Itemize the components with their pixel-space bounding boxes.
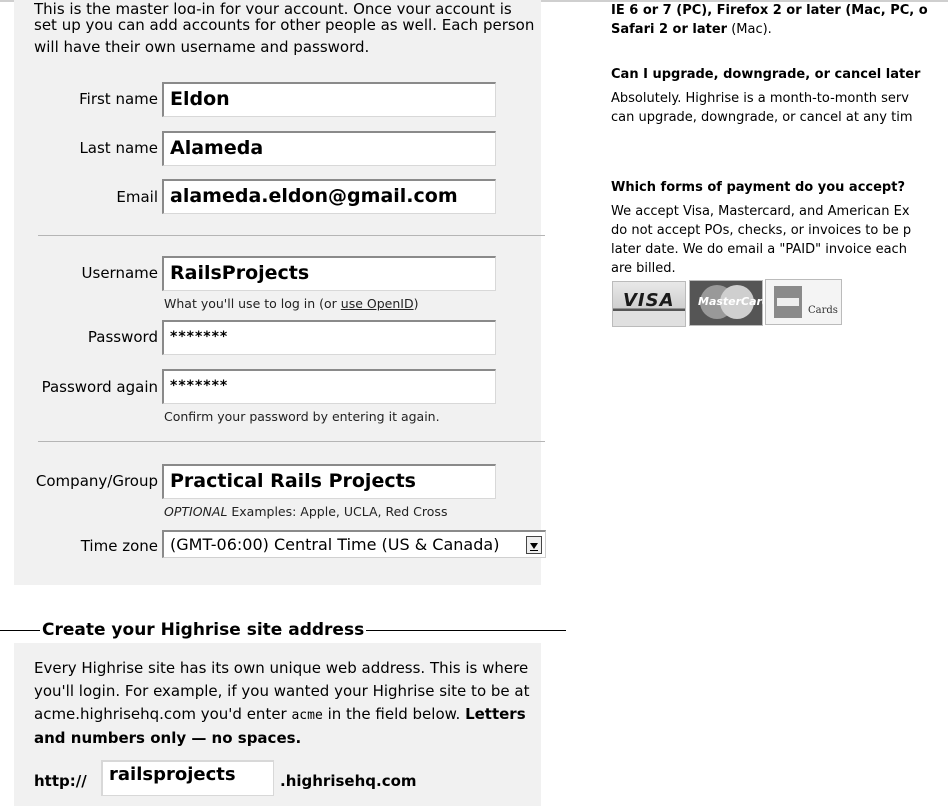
amex-card-icon: Cards: [765, 279, 842, 325]
intro-text: set up you can add accounts for other pe…: [34, 16, 535, 56]
amex-logo-box: [774, 286, 802, 318]
password-again-input[interactable]: *******: [162, 369, 496, 404]
password-again-label: Password again: [41, 378, 158, 396]
password-input[interactable]: *******: [162, 320, 496, 355]
username-hint-suffix: ): [413, 296, 419, 311]
faq-q1-text: Can I upgrade, downgrade, or cancel late…: [611, 67, 921, 82]
username-hint-prefix: What you'll use to log in (or: [164, 296, 341, 311]
faq-a2-line2: do not accept POs, checks, or invoices t…: [611, 223, 912, 238]
username-value: RailsProjects: [170, 262, 310, 284]
account-intro: This is the master log-in for your accou…: [34, 0, 544, 58]
username-label: Username: [81, 264, 158, 282]
browsers-cut-text: IE 6 or 7 (PC), Firefox 2 or later (Mac,…: [611, 4, 928, 18]
divider-2: [38, 441, 545, 442]
email-label: Email: [116, 188, 158, 206]
username-hint: What you'll use to log in (or use OpenID…: [164, 296, 418, 311]
faq-a2-line1: We accept Visa, Mastercard, and American…: [611, 204, 910, 219]
faq-a1-line1: Absolutely. Highrise is a month-to-month…: [611, 91, 909, 106]
faq-a2-line3: later date. We do email a "PAID" invoice…: [611, 242, 907, 257]
site-text-2: in the field below.: [322, 705, 466, 723]
faq-question-1: Can I upgrade, downgrade, or cancel late…: [611, 67, 948, 82]
email-value: alameda.eldon@gmail.com: [170, 185, 458, 207]
site-example-code: acme: [291, 708, 323, 723]
password-label: Password: [87, 328, 158, 346]
browsers-line: Safari 2 or later (Mac).: [611, 22, 948, 37]
faq-a1-line2: can upgrade, downgrade, or cancel at any…: [611, 110, 913, 125]
password-again-hint: Confirm your password by entering it aga…: [164, 409, 440, 424]
mastercard-text: MasterCard: [698, 295, 770, 308]
last-name-input[interactable]: Alameda: [162, 131, 496, 166]
company-label: Company/Group: [35, 472, 158, 490]
use-openid-link[interactable]: use OpenID: [341, 296, 414, 311]
first-name-input[interactable]: Eldon: [162, 82, 496, 117]
site-prefix: http://: [34, 772, 87, 790]
last-name-value: Alameda: [170, 137, 264, 159]
mastercard-icon: MasterCard: [689, 280, 770, 326]
first-name-value: Eldon: [170, 88, 230, 110]
site-section-legend: Create your Highrise site address: [40, 620, 367, 640]
site-description: Every Highrise site has its own unique w…: [34, 657, 539, 750]
site-suffix: .highrisehq.com: [280, 772, 417, 790]
faq-a2-line4: are billed.: [611, 261, 676, 276]
browsers-line-cut: IE 6 or 7 (PC), Firefox 2 or later (Mac,…: [611, 4, 948, 18]
company-examples: Examples: Apple, UCLA, Red Cross: [227, 504, 448, 519]
company-hint: OPTIONAL Examples: Apple, UCLA, Red Cros…: [164, 504, 447, 519]
password-value: *******: [170, 329, 229, 345]
subdomain-input[interactable]: railsprojects: [101, 760, 274, 796]
faq-answer-1: Absolutely. Highrise is a month-to-month…: [611, 89, 948, 127]
password-again-value: *******: [170, 378, 229, 394]
optional-tag: OPTIONAL: [164, 504, 228, 519]
intro-first-line: This is the master log-in for your accou…: [34, 0, 512, 14]
subdomain-value: railsprojects: [109, 764, 236, 785]
faq-question-2: Which forms of payment do you accept?: [611, 180, 948, 195]
faq-answer-2: We accept Visa, Mastercard, and American…: [611, 202, 948, 278]
company-value: Practical Rails Projects: [170, 470, 416, 492]
dropdown-arrow-icon[interactable]: [526, 536, 542, 554]
amex-text: Cards: [808, 305, 838, 316]
visa-text: VISA: [623, 290, 675, 311]
faq-q2-text: Which forms of payment do you accept?: [611, 180, 905, 195]
browsers-tail: (Mac).: [727, 22, 772, 37]
divider-1: [38, 235, 545, 236]
visa-card-icon: VISA: [612, 281, 686, 327]
time-zone-select[interactable]: (GMT-06:00) Central Time (US & Canada): [162, 530, 546, 558]
company-input[interactable]: Practical Rails Projects: [162, 464, 496, 499]
username-input[interactable]: RailsProjects: [162, 256, 496, 291]
time-zone-value: (GMT-06:00) Central Time (US & Canada): [170, 535, 500, 554]
last-name-label: Last name: [79, 139, 158, 157]
time-zone-label: Time zone: [80, 537, 158, 555]
safari-bold: Safari 2 or later: [611, 22, 728, 37]
first-name-label: First name: [79, 90, 158, 108]
email-input[interactable]: alameda.eldon@gmail.com: [162, 179, 496, 214]
